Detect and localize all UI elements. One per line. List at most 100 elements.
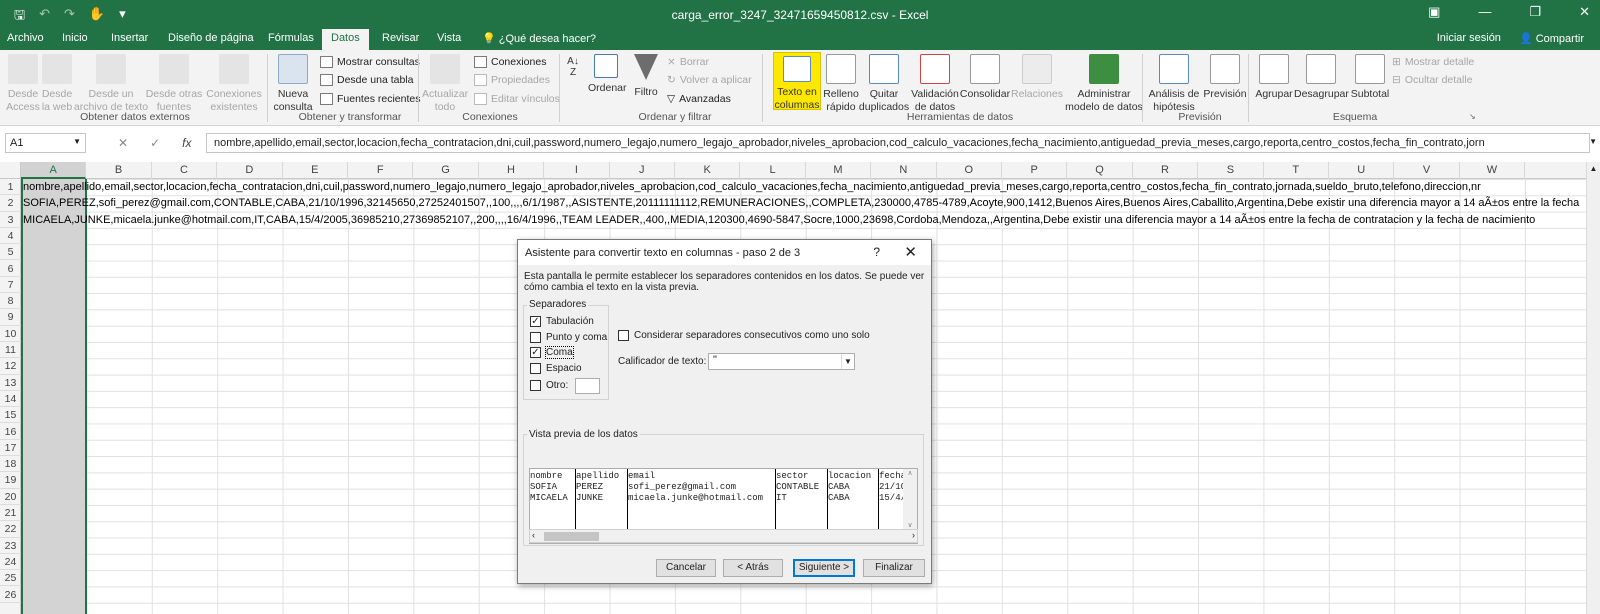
row-header-3[interactable]: 3 [0,212,21,228]
name-box[interactable]: A1 ▼ [5,133,86,153]
from-table-button[interactable]: Desde una tabla [320,74,413,86]
row-header-6[interactable]: 6 [0,261,21,277]
column-header-p[interactable]: P [1002,162,1068,179]
row-header-25[interactable]: 25 [0,570,21,587]
preview-horizontal-scrollbar[interactable]: ‹ › [529,529,918,543]
checkbox-otro[interactable]: Otro: [530,380,568,391]
column-header-c[interactable]: C [152,162,218,179]
tab-inicio[interactable]: Inicio [62,32,88,44]
formula-input[interactable]: nombre,apellido,email,sector,locacion,fe… [206,133,1590,153]
hide-detail-button[interactable]: ⊟ Ocultar detalle [1392,74,1473,86]
row-header-12[interactable]: 12 [0,358,21,375]
name-box-dropdown-icon[interactable]: ▼ [73,137,81,146]
tab-datos[interactable]: Datos [322,29,369,50]
qualifier-dropdown-icon[interactable]: ▼ [841,354,854,369]
row-header-1[interactable]: 1 [0,179,21,196]
what-if-button[interactable]: Análisis de hipótesis [1146,54,1202,114]
column-header-m[interactable]: M [806,162,872,179]
row-header-10[interactable]: 10 [0,326,21,342]
text-qualifier-select[interactable]: " ▼ [708,353,855,370]
formula-expand-icon[interactable]: ▼ [1589,137,1597,146]
confirm-entry-icon[interactable]: ✓ [150,136,160,150]
reapply-button[interactable]: ↻ Volver a aplicar [667,74,752,86]
clear-filter-button[interactable]: ⨯ Borrar [667,56,709,68]
preview-scroll-down-icon[interactable]: ∨ [903,521,917,529]
outline-dialog-launcher-icon[interactable]: ↘ [1469,112,1476,121]
remove-duplicates-button[interactable]: Quitar duplicados [858,54,910,114]
tell-me-box[interactable]: 💡 ¿Qué desea hacer? [482,32,596,45]
checkbox-punto-y-coma[interactable]: Punto y coma [530,332,607,343]
row-header-18[interactable]: 18 [0,456,21,473]
column-header-t[interactable]: T [1264,162,1329,179]
cell-a3[interactable]: MICAELA,JUNKE,micaela.junke@hotmail.com,… [23,212,1535,228]
advanced-filter-button[interactable]: ▽ Avanzadas [667,93,731,105]
tab-diseno[interactable]: Diseño de página [168,32,254,44]
data-validation-button[interactable]: Validación de datos [910,54,960,114]
refresh-all-button[interactable]: Actualizar todo [422,54,468,114]
data-model-button[interactable]: Administrar modelo de datos [1062,54,1146,114]
column-header-a[interactable]: A [21,162,87,179]
flash-fill-button[interactable]: Relleno rápido [822,54,860,114]
column-header-l[interactable]: L [740,162,806,179]
recent-sources-button[interactable]: Fuentes recientes [320,93,420,105]
column-header-f[interactable]: F [348,162,414,179]
row-header-17[interactable]: 17 [0,440,21,457]
column-header-u[interactable]: U [1329,162,1395,179]
select-all-corner[interactable] [0,162,21,179]
ungroup-button[interactable]: Desagrupar [1294,54,1349,101]
existing-connections-button[interactable]: Conexiones existentes [204,54,264,114]
from-access-button[interactable]: Desde Access [4,54,42,114]
row-header-7[interactable]: 7 [0,277,21,294]
dialog-close-icon[interactable]: ✕ [904,243,917,261]
tab-formulas[interactable]: Fórmulas [268,32,314,44]
from-text-button[interactable]: Desde un archivo de texto [72,54,150,114]
row-header-22[interactable]: 22 [0,521,21,538]
sort-button[interactable]: Ordenar [588,54,627,95]
preview-scroll-left-icon[interactable]: ‹ [532,530,535,540]
column-header-e[interactable]: E [283,162,348,179]
preview-scroll-up-icon[interactable]: ∧ [903,469,917,477]
vertical-scrollbar[interactable]: ▲ [1586,162,1600,614]
sort-az-button[interactable]: A↓ Z [562,56,584,78]
cancel-button[interactable]: Cancelar [656,559,716,577]
consolidate-button[interactable]: Consolidar [958,54,1012,101]
column-header-w[interactable]: W [1460,162,1526,179]
restore-icon[interactable]: ❐ [1529,4,1541,20]
row-header-2[interactable]: 2 [0,195,21,212]
checkbox-coma[interactable]: ✓ Coma [530,346,574,359]
row-header-4[interactable]: 4 [0,228,21,245]
back-button[interactable]: < Atrás [723,559,783,577]
otro-input[interactable] [575,378,600,394]
preview-vertical-scrollbar[interactable]: ∧ ∨ [903,469,917,529]
cell-a2[interactable]: SOFIA,PEREZ,sofi_perez@gmail.com,CONTABL… [23,195,1579,211]
row-header-9[interactable]: 9 [0,309,21,326]
share-button[interactable]: 👤 Compartir [1519,32,1584,45]
edit-links-button[interactable]: Editar vínculos [474,93,560,105]
column-header-v[interactable]: V [1394,162,1460,179]
row-header-23[interactable]: 23 [0,538,21,554]
column-header-g[interactable]: G [413,162,479,179]
from-other-button[interactable]: Desde otras fuentes [144,54,204,114]
show-queries-button[interactable]: Mostrar consultas [320,56,420,68]
preview-scroll-thumb[interactable] [544,532,599,541]
show-detail-button[interactable]: ⊞ Mostrar detalle [1392,56,1474,68]
row-header-11[interactable]: 11 [0,342,21,359]
checkbox-espacio[interactable]: Espacio [530,363,582,374]
checkbox-consecutive[interactable]: Considerar separadores consecutivos como… [618,330,870,341]
tab-vista[interactable]: Vista [437,32,461,44]
cell-a1[interactable]: nombre,apellido,email,sector,locacion,fe… [23,179,1481,195]
column-header-q[interactable]: Q [1067,162,1133,179]
filter-button[interactable]: Filtro [628,54,664,99]
ribbon-display-icon[interactable]: ▣ [1428,4,1440,20]
column-header-h[interactable]: H [479,162,545,179]
minimize-icon[interactable]: — [1478,4,1491,20]
subtotal-button[interactable]: Subtotal [1348,54,1392,101]
preview-scroll-right-icon[interactable]: › [912,530,915,540]
row-header-24[interactable]: 24 [0,554,21,571]
row-header-15[interactable]: 15 [0,407,21,424]
new-query-button[interactable]: Nueva consulta [270,54,316,114]
column-header-r[interactable]: R [1133,162,1199,179]
column-header-o[interactable]: O [937,162,1002,179]
column-header-n[interactable]: N [871,162,937,179]
column-header-j[interactable]: J [610,162,675,179]
